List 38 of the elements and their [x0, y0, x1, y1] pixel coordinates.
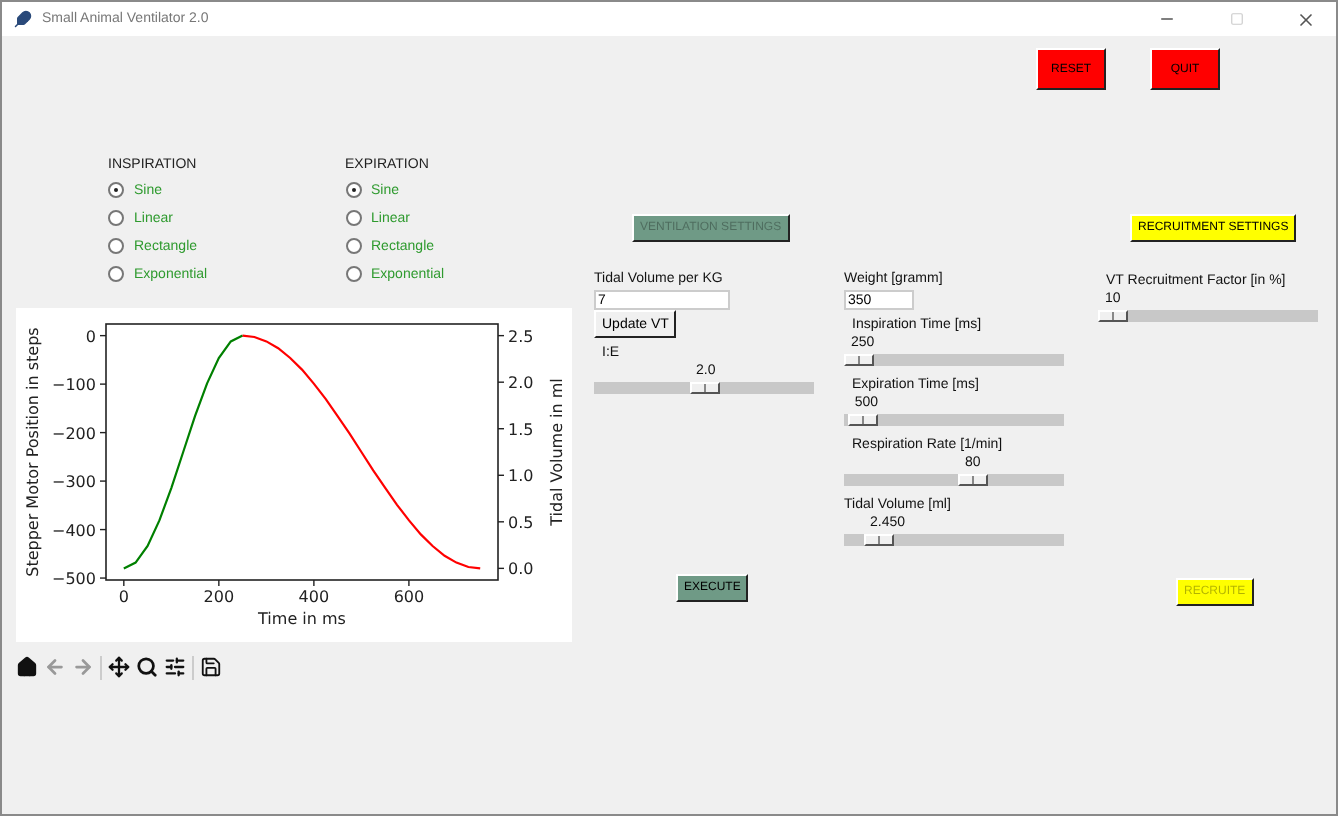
tick-label: 0.5 — [508, 513, 534, 532]
slider-thumb[interactable] — [847, 414, 878, 426]
axis-title: Time in ms — [258, 610, 346, 628]
tick-label: 2.5 — [508, 327, 534, 346]
home-icon[interactable] — [16, 656, 38, 678]
tick-label: 600 — [393, 588, 425, 606]
tick-label: −300 — [52, 473, 96, 492]
close-icon[interactable] — [1296, 9, 1316, 29]
slider-track[interactable] — [844, 354, 1064, 366]
sliders-icon[interactable] — [164, 656, 186, 678]
tick-label: 1.0 — [508, 467, 534, 486]
axis-title: Stepper Motor Position in steps — [24, 327, 42, 577]
save-icon[interactable] — [200, 656, 222, 678]
tick-label: 0 — [118, 588, 129, 606]
slider-track[interactable] — [844, 474, 1064, 486]
slider-track[interactable] — [1098, 310, 1318, 322]
slider-thumb[interactable] — [958, 474, 988, 486]
slider-thumb[interactable] — [844, 354, 874, 366]
tick-label: −400 — [52, 521, 96, 540]
tick-label: 2.0 — [508, 374, 534, 393]
slider-thumb[interactable] — [1098, 310, 1128, 322]
tick-label: 0.0 — [508, 560, 534, 579]
slider-thumb[interactable] — [863, 534, 893, 546]
tick-label: −200 — [52, 424, 96, 443]
axis-title: Tidal Volume in ml — [548, 378, 566, 526]
search-icon[interactable] — [136, 656, 158, 678]
slider-thumb[interactable] — [689, 382, 719, 394]
tick-label: −500 — [52, 570, 96, 589]
feather-icon — [14, 10, 32, 28]
slider-track[interactable] — [594, 382, 814, 394]
slider-track[interactable] — [844, 534, 1064, 546]
tick-label: 200 — [203, 588, 235, 606]
move-icon[interactable] — [108, 656, 130, 678]
tick-label: 0 — [85, 327, 96, 346]
tick-label: 1.5 — [508, 420, 534, 439]
slider-track[interactable] — [844, 414, 1064, 426]
tick-label: −100 — [52, 376, 96, 395]
tick-label: 400 — [298, 588, 330, 606]
